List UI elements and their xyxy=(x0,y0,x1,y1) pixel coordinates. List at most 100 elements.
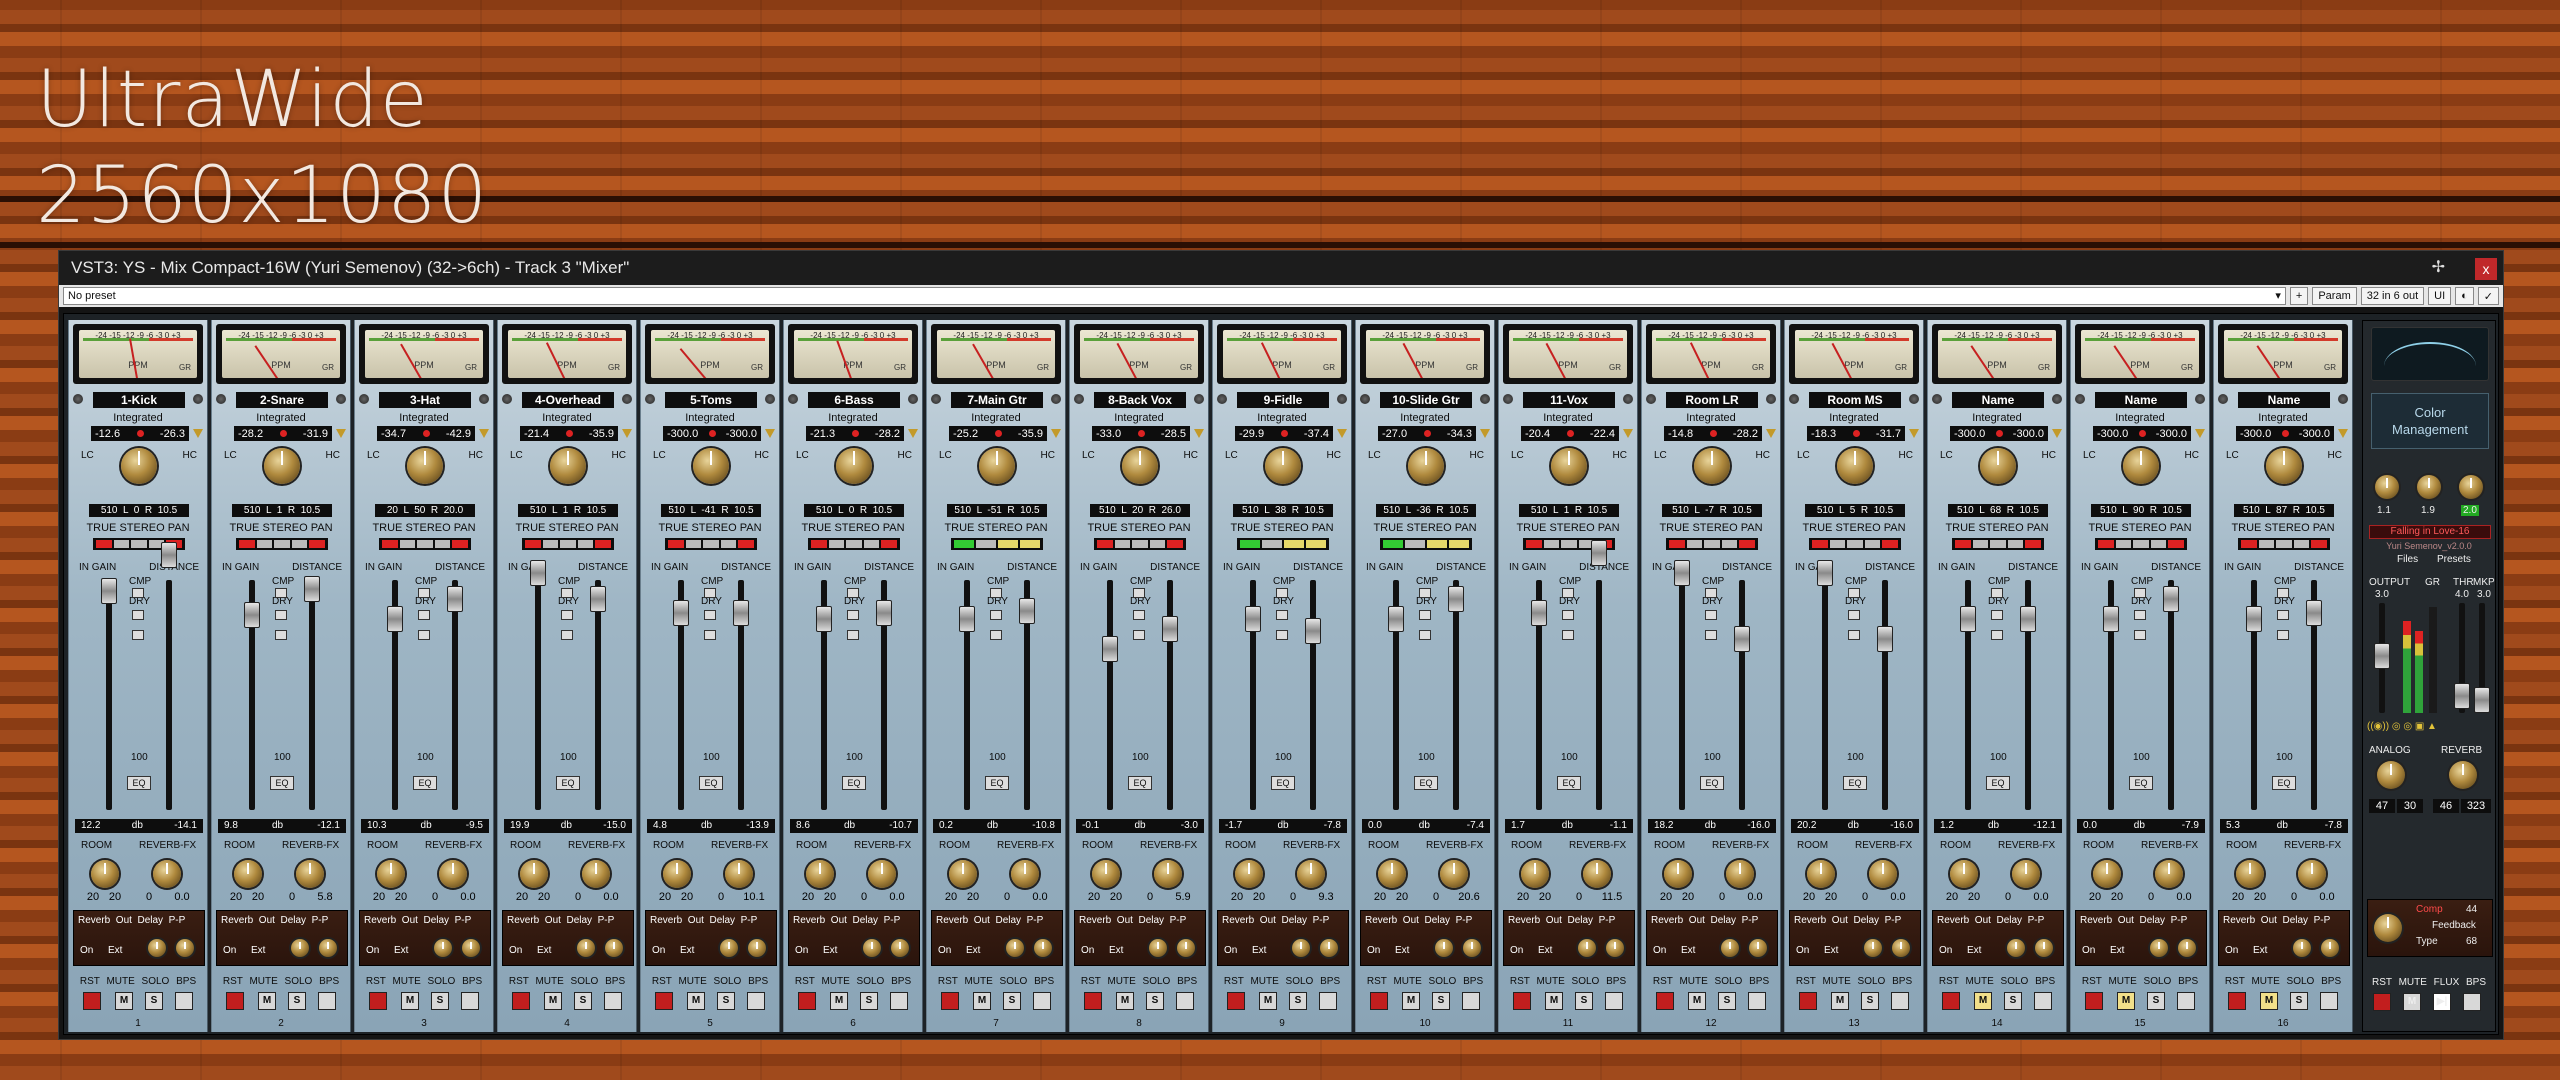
reverb-fx-knob[interactable] xyxy=(1440,860,1468,888)
track-name[interactable]: 5-Toms xyxy=(665,392,757,408)
clip-led[interactable] xyxy=(422,430,430,437)
true-stereo-pan-switches[interactable] xyxy=(808,538,900,550)
in-gain-fader[interactable] xyxy=(101,578,117,604)
reverb-on-toggle[interactable]: On xyxy=(938,945,951,956)
track-name[interactable]: 7-Main Gtr xyxy=(951,392,1043,408)
reverb-ext-toggle[interactable]: Ext xyxy=(1252,945,1266,956)
track-name[interactable]: Room MS xyxy=(1809,392,1901,408)
dry-switch[interactable] xyxy=(1133,610,1145,620)
mid-switch[interactable] xyxy=(847,630,859,640)
clip-led[interactable] xyxy=(2281,430,2289,437)
bypass-button[interactable] xyxy=(604,992,622,1010)
rst-button[interactable] xyxy=(941,992,959,1010)
in-gain-fader[interactable] xyxy=(959,606,975,632)
pingpong-knob[interactable] xyxy=(891,939,909,957)
clip-led[interactable] xyxy=(851,430,859,437)
solo-button[interactable]: S xyxy=(1289,992,1307,1010)
eq-button[interactable]: EQ xyxy=(985,776,1009,790)
eq-button[interactable]: EQ xyxy=(1986,776,2010,790)
dry-switch[interactable] xyxy=(2134,610,2146,620)
in-gain-fader[interactable] xyxy=(816,606,832,632)
rst-button[interactable] xyxy=(369,992,387,1010)
bypass-button[interactable] xyxy=(747,992,765,1010)
clip-led[interactable] xyxy=(565,430,573,437)
dry-switch[interactable] xyxy=(990,610,1002,620)
pan-knob[interactable] xyxy=(407,448,443,484)
room-knob[interactable] xyxy=(1807,860,1835,888)
bypass-button[interactable] xyxy=(1605,992,1623,1010)
eq-button[interactable]: EQ xyxy=(1271,776,1295,790)
bypass-button[interactable] xyxy=(1748,992,1766,1010)
reverb-on-toggle[interactable]: On xyxy=(1939,945,1952,956)
in-gain-fader[interactable] xyxy=(1817,560,1833,586)
solo-button[interactable]: S xyxy=(2004,992,2022,1010)
clip-led[interactable] xyxy=(1137,430,1145,437)
mute-button[interactable]: M xyxy=(401,992,419,1010)
clip-led[interactable] xyxy=(136,430,144,437)
delay-knob[interactable] xyxy=(291,939,309,957)
expand-triangle-icon[interactable] xyxy=(2195,429,2205,438)
in-gain-fader[interactable] xyxy=(1245,606,1261,632)
preset-dropdown[interactable]: No preset xyxy=(63,287,2286,305)
room-knob[interactable] xyxy=(1235,860,1263,888)
pingpong-knob[interactable] xyxy=(1320,939,1338,957)
reverb-ext-toggle[interactable]: Ext xyxy=(823,945,837,956)
reverb-on-toggle[interactable]: On xyxy=(80,945,93,956)
expand-triangle-icon[interactable] xyxy=(622,429,632,438)
mid-switch[interactable] xyxy=(1419,630,1431,640)
pingpong-knob[interactable] xyxy=(319,939,337,957)
in-gain-fader[interactable] xyxy=(530,560,546,586)
mid-switch[interactable] xyxy=(1133,630,1145,640)
reverb-on-toggle[interactable]: On xyxy=(223,945,236,956)
delay-knob[interactable] xyxy=(1864,939,1882,957)
bypass-button[interactable] xyxy=(175,992,193,1010)
rst-button[interactable] xyxy=(1942,992,1960,1010)
window-titlebar[interactable]: VST3: YS - Mix Compact-16W (Yuri Semenov… xyxy=(59,251,2503,285)
expand-triangle-icon[interactable] xyxy=(1337,429,1347,438)
room-knob[interactable] xyxy=(663,860,691,888)
cmp-switch[interactable] xyxy=(1991,588,2003,598)
solo-button[interactable]: S xyxy=(2290,992,2308,1010)
mid-switch[interactable] xyxy=(2134,630,2146,640)
mute-button[interactable]: M xyxy=(1116,992,1134,1010)
distance-fader[interactable] xyxy=(2020,606,2036,632)
pingpong-knob[interactable] xyxy=(1034,939,1052,957)
reverb-on-toggle[interactable]: On xyxy=(1510,945,1523,956)
enable-checkbox[interactable]: ✓ xyxy=(2477,287,2499,305)
bypass-button[interactable] xyxy=(318,992,336,1010)
eq-button[interactable]: EQ xyxy=(699,776,723,790)
in-gain-fader[interactable] xyxy=(1674,560,1690,586)
cmp-switch[interactable] xyxy=(561,588,573,598)
expand-triangle-icon[interactable] xyxy=(1766,429,1776,438)
reverb-on-toggle[interactable]: On xyxy=(1796,945,1809,956)
clip-led[interactable] xyxy=(1566,430,1574,437)
delay-knob[interactable] xyxy=(720,939,738,957)
distance-fader[interactable] xyxy=(447,586,463,612)
track-name[interactable]: 8-Back Vox xyxy=(1094,392,1186,408)
mid-switch[interactable] xyxy=(1562,630,1574,640)
dry-switch[interactable] xyxy=(1419,610,1431,620)
cmp-switch[interactable] xyxy=(990,588,1002,598)
cmp-switch[interactable] xyxy=(418,588,430,598)
pin-icon[interactable]: ✢ xyxy=(2432,257,2445,277)
distance-fader[interactable] xyxy=(590,586,606,612)
solo-button[interactable]: S xyxy=(288,992,306,1010)
true-stereo-pan-switches[interactable] xyxy=(1380,538,1472,550)
cmp-switch[interactable] xyxy=(1705,588,1717,598)
rst-button[interactable] xyxy=(1513,992,1531,1010)
delay-knob[interactable] xyxy=(1006,939,1024,957)
reverb-ext-toggle[interactable]: Ext xyxy=(1681,945,1695,956)
mid-switch[interactable] xyxy=(275,630,287,640)
delay-knob[interactable] xyxy=(1435,939,1453,957)
dry-switch[interactable] xyxy=(561,610,573,620)
mid-switch[interactable] xyxy=(561,630,573,640)
true-stereo-pan-switches[interactable] xyxy=(236,538,328,550)
reverb-ext-toggle[interactable]: Ext xyxy=(1538,945,1552,956)
in-gain-fader[interactable] xyxy=(1388,606,1404,632)
output-fader[interactable] xyxy=(2374,643,2390,669)
mute-button[interactable]: M xyxy=(2260,992,2278,1010)
in-gain-fader[interactable] xyxy=(673,600,689,626)
pingpong-knob[interactable] xyxy=(1892,939,1910,957)
track-name[interactable]: 10-Slide Gtr xyxy=(1380,392,1472,408)
clip-led[interactable] xyxy=(1852,430,1860,437)
